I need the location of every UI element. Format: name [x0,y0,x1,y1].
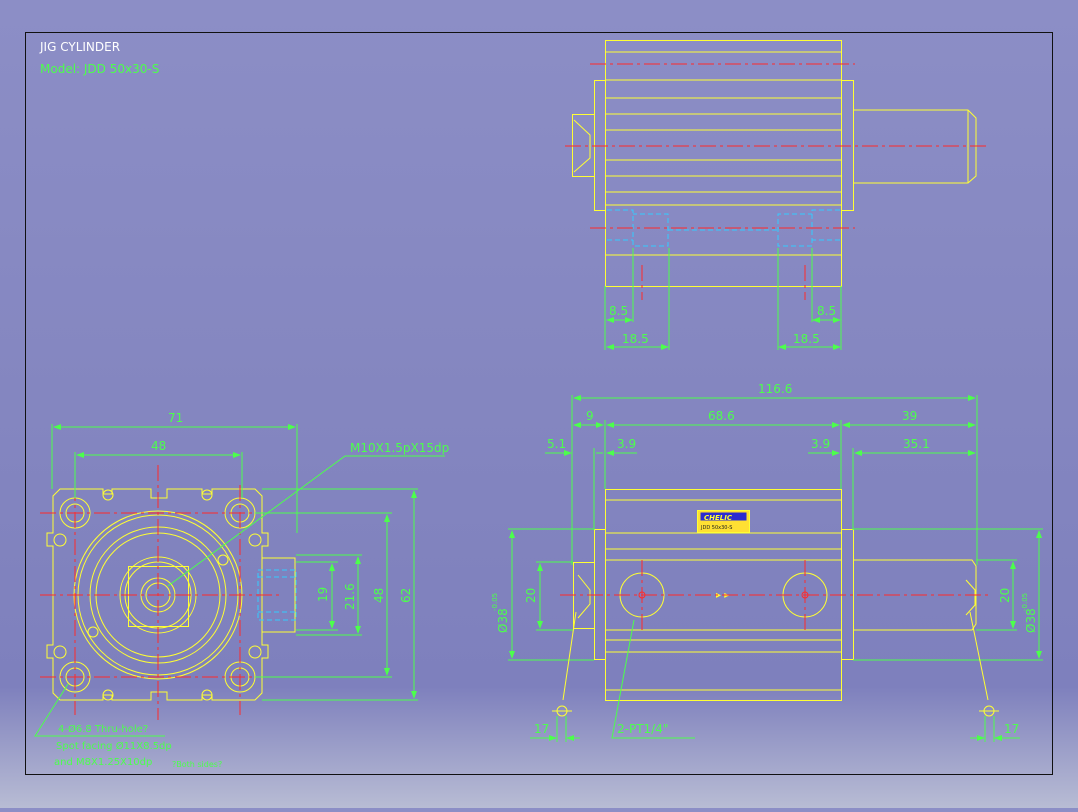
top-view-body [605,40,842,287]
dim-dia-38-right: Ø38 [1024,608,1038,633]
port-note: 2-PT1/4" [617,722,668,736]
dim-62: 62 [399,588,413,603]
dim-17-right: 17 [1004,722,1019,736]
drawing-border [25,32,1053,775]
dim-21-6: 21.6 [343,583,357,610]
tol-left: -0.05 [491,593,499,611]
dim-17-left: 17 [534,722,549,736]
hole-note-line-1: 4-Ø6.8 Thru-hole? [58,723,148,735]
dim-5-1: 5.1 [547,437,566,451]
dim-9: 9 [586,409,594,423]
dim-8-5-left: 8.5 [609,304,628,318]
dim-3-9-right: 3.9 [811,437,830,451]
tol-right: -0.05 [1021,593,1029,611]
dim-48-horizontal: 48 [151,439,166,453]
thread-note: M10X1.5pX15dp [350,441,449,455]
dim-35-1: 35.1 [903,437,930,451]
dim-68-6: 68.6 [708,409,735,423]
hole-note-line-4: ?Both sides? [172,760,222,769]
model-label: Model: JDD 50x30-S [40,62,159,76]
dim-20-right: 20 [998,588,1012,603]
dim-18-5-left: 18.5 [622,332,649,346]
dim-18-5-right: 18.5 [793,332,820,346]
dim-3-9-left: 3.9 [617,437,636,451]
dim-39: 39 [902,409,917,423]
dim-71: 71 [168,411,183,425]
dim-8-5-right: 8.5 [817,304,836,318]
dim-dia-38-left: Ø38 [496,608,510,633]
hole-note-line-3: and M8X1.25X10dp [54,757,152,768]
drawing-title: JIG CYLINDER [39,40,120,54]
cad-drawing-canvas: JIG CYLINDER Model: JDD 50x30-S 8.5 18.5… [0,0,1078,808]
end-view: 71 48 19 21.6 48 62 M10X1.5pX15dp 4-Ø6.8… [34,411,449,769]
drawing-svg: JIG CYLINDER Model: JDD 50x30-S 8.5 18.5… [25,32,1053,775]
label-brand: CHELIC [704,514,733,522]
dim-20-left: 20 [524,588,538,603]
dim-116-6: 116.6 [758,382,792,396]
dim-19: 19 [316,587,330,602]
label-model: JDD 50x30-S [700,525,732,531]
hole-note-line-2: Spot facing Ø11X8.5dp [56,740,172,752]
dim-48-vertical: 48 [372,588,386,603]
front-view: ▸ ▸ CHELIC JDD 50x30-S 116.6 9 68.6 39 5… [491,382,1043,742]
top-view: 8.5 18.5 8.5 18.5 [565,40,990,350]
